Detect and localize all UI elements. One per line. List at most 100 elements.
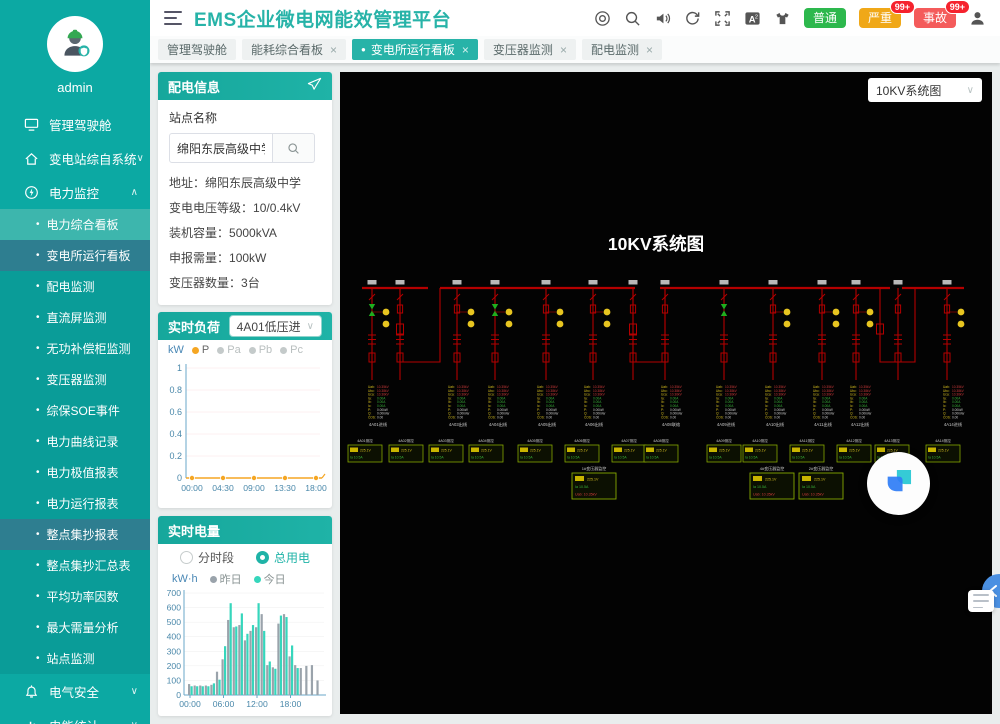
energy-legend-昨日[interactable]: 昨日 bbox=[210, 571, 242, 587]
theme-icon[interactable] bbox=[774, 10, 791, 27]
energy-legend-今日[interactable]: 今日 bbox=[254, 571, 286, 587]
refresh-icon[interactable] bbox=[684, 10, 701, 27]
tab-close-icon[interactable]: × bbox=[646, 43, 653, 57]
sidebar-subitem-1[interactable]: •变电所运行看板 bbox=[0, 240, 150, 271]
tab-close-icon[interactable]: × bbox=[330, 43, 337, 57]
tab-4[interactable]: 配电监测× bbox=[582, 39, 662, 60]
svg-text:13:30: 13:30 bbox=[274, 483, 296, 493]
todesk-floating-button[interactable] bbox=[867, 452, 930, 515]
sidebar-subitem-13[interactable]: •最大需量分析 bbox=[0, 612, 150, 643]
alarm-badge-1[interactable]: 严重99+ bbox=[859, 8, 901, 28]
energy-unit-label: kW·h bbox=[172, 573, 198, 585]
tab-1[interactable]: 能耗综合看板 × bbox=[242, 39, 346, 60]
svg-text:12:00: 12:00 bbox=[246, 699, 268, 709]
svg-text:4A10出线: 4A10出线 bbox=[766, 421, 785, 428]
energy-radio-1[interactable]: 总用电 bbox=[256, 549, 310, 566]
search-icon[interactable] bbox=[624, 10, 641, 27]
load-legend-Pc[interactable]: Pc bbox=[280, 344, 303, 356]
sidebar: admin 管理驾驶舱变电站综自系统∨电力监控∧•电力综合看板•变电所运行看板•… bbox=[0, 0, 150, 724]
svg-text:4A05测控: 4A05测控 bbox=[527, 438, 543, 443]
alarm-badge-label: 普通 bbox=[813, 11, 837, 25]
svg-text:0.00: 0.00 bbox=[822, 415, 828, 419]
svg-text:4A01进线: 4A01进线 bbox=[369, 421, 388, 428]
legend-dot bbox=[280, 347, 287, 354]
sidebar-subitem-label: 无功补偿柜监测 bbox=[47, 340, 131, 357]
svg-text:4A01测控: 4A01测控 bbox=[357, 438, 373, 443]
tab-2[interactable]: ●变电所运行看板× bbox=[352, 39, 478, 60]
load-legend-Pb[interactable]: Pb bbox=[249, 344, 272, 356]
sidebar-subitem-8[interactable]: •电力极值报表 bbox=[0, 457, 150, 488]
bullet-icon: • bbox=[36, 653, 40, 664]
svg-text:Uab: 10.35kV: Uab: 10.35kV bbox=[753, 493, 775, 497]
alarm-badge-label: 严重 bbox=[868, 11, 892, 25]
feeder-select[interactable]: 4A01低压进 ∨ bbox=[229, 315, 322, 337]
menu-toggle-icon[interactable] bbox=[164, 11, 182, 25]
tab-0[interactable]: 管理驾驶舱 bbox=[158, 39, 236, 60]
svg-text:Ia 10.5A: Ia 10.5A bbox=[567, 456, 580, 460]
svg-text:0.2: 0.2 bbox=[169, 451, 182, 461]
user-icon[interactable] bbox=[969, 10, 986, 27]
tab-label: 能耗综合看板 bbox=[251, 41, 323, 58]
svg-text:700: 700 bbox=[167, 588, 182, 598]
svg-text:300: 300 bbox=[167, 646, 182, 656]
energy-mode-radios: 分时段 总用电 bbox=[158, 547, 332, 567]
tab-3[interactable]: 变压器监测× bbox=[484, 39, 576, 60]
svg-text:500: 500 bbox=[167, 617, 182, 627]
alarm-badge-2[interactable]: 事故99+ bbox=[914, 8, 956, 28]
site-search-button[interactable] bbox=[273, 133, 315, 163]
sidebar-subitem-11[interactable]: •整点集抄汇总表 bbox=[0, 550, 150, 581]
sidebar-subitem-6[interactable]: •综保SOE事件 bbox=[0, 395, 150, 426]
site-name-input[interactable] bbox=[169, 133, 273, 163]
svg-text:4A14测控: 4A14测控 bbox=[935, 438, 951, 443]
sidebar-subitem-10[interactable]: •整点集抄报表 bbox=[0, 519, 150, 550]
load-legend-Pa[interactable]: Pa bbox=[217, 344, 240, 356]
sidebar-subitem-5[interactable]: •变压器监测 bbox=[0, 364, 150, 395]
volume-icon[interactable] bbox=[654, 10, 671, 27]
legend-dot bbox=[192, 347, 199, 354]
fullscreen-icon[interactable] bbox=[714, 10, 731, 27]
bullet-icon: • bbox=[36, 436, 40, 447]
svg-text:Ia 10.5A: Ia 10.5A bbox=[745, 456, 758, 460]
energy-chart-legend: kW·h 昨日今日 bbox=[158, 567, 332, 587]
diagram-select[interactable]: 10KV系统图 ∨ bbox=[868, 78, 982, 102]
sidebar-subitem-9[interactable]: •电力运行报表 bbox=[0, 488, 150, 519]
sidebar-item-2[interactable]: 电力监控∧ bbox=[0, 175, 150, 209]
sidebar-item-0[interactable]: 管理驾驶舱 bbox=[0, 107, 150, 141]
target-icon[interactable] bbox=[594, 10, 611, 27]
bullet-icon: • bbox=[36, 219, 40, 230]
svg-text:4A14进线: 4A14进线 bbox=[944, 421, 963, 428]
sidebar-item-4[interactable]: 电能统计∨ bbox=[0, 708, 150, 724]
sidebar-subitem-14[interactable]: •站点监测 bbox=[0, 643, 150, 674]
svg-text:2#变压器监控: 2#变压器监控 bbox=[809, 465, 833, 471]
send-icon[interactable] bbox=[307, 77, 322, 95]
energy-radio-0[interactable]: 分时段 bbox=[180, 549, 234, 566]
sidebar-item-1[interactable]: 变电站综自系统∨ bbox=[0, 141, 150, 175]
tab-close-icon[interactable]: × bbox=[560, 43, 567, 57]
svg-text:Ia 10.5A: Ia 10.5A bbox=[792, 456, 805, 460]
legend-dot bbox=[254, 576, 261, 583]
bullet-icon: • bbox=[36, 312, 40, 323]
avatar[interactable] bbox=[47, 16, 103, 72]
svg-text:225.1V: 225.1V bbox=[587, 478, 599, 482]
sidebar-subitem-0[interactable]: •电力综合看板 bbox=[0, 209, 150, 240]
alarm-count-badge: 99+ bbox=[945, 0, 970, 14]
sidebar-subitem-4[interactable]: •无功补偿柜监测 bbox=[0, 333, 150, 364]
sidebar-subitem-7[interactable]: •电力曲线记录 bbox=[0, 426, 150, 457]
legend-label: Pc bbox=[290, 344, 303, 356]
font-size-icon[interactable]: A2 bbox=[744, 10, 761, 27]
single-line-diagram: 10KV系统图Uab:10.35kVUbc:10.38kVUca:10.36kV… bbox=[340, 72, 992, 714]
sidebar-item-3[interactable]: 电气安全∨ bbox=[0, 674, 150, 708]
svg-text:Ia 10.5A: Ia 10.5A bbox=[575, 485, 589, 489]
load-legend-P[interactable]: P bbox=[192, 344, 209, 356]
sidebar-subitem-label: 整点集抄报表 bbox=[47, 526, 119, 543]
edge-note-button[interactable] bbox=[968, 590, 994, 612]
sidebar-subitem-label: 变电所运行看板 bbox=[47, 247, 131, 264]
sidebar-subitem-3[interactable]: •直流屏监测 bbox=[0, 302, 150, 333]
tab-close-icon[interactable]: × bbox=[462, 43, 469, 57]
svg-text:0.00: 0.00 bbox=[670, 415, 676, 419]
realtime-load-title: 实时负荷 bbox=[168, 317, 220, 336]
sidebar-subitem-12[interactable]: •平均功率因数 bbox=[0, 581, 150, 612]
svg-text:4A06测控: 4A06测控 bbox=[574, 438, 590, 443]
alarm-badge-0[interactable]: 普通 bbox=[804, 8, 846, 28]
sidebar-subitem-2[interactable]: •配电监测 bbox=[0, 271, 150, 302]
